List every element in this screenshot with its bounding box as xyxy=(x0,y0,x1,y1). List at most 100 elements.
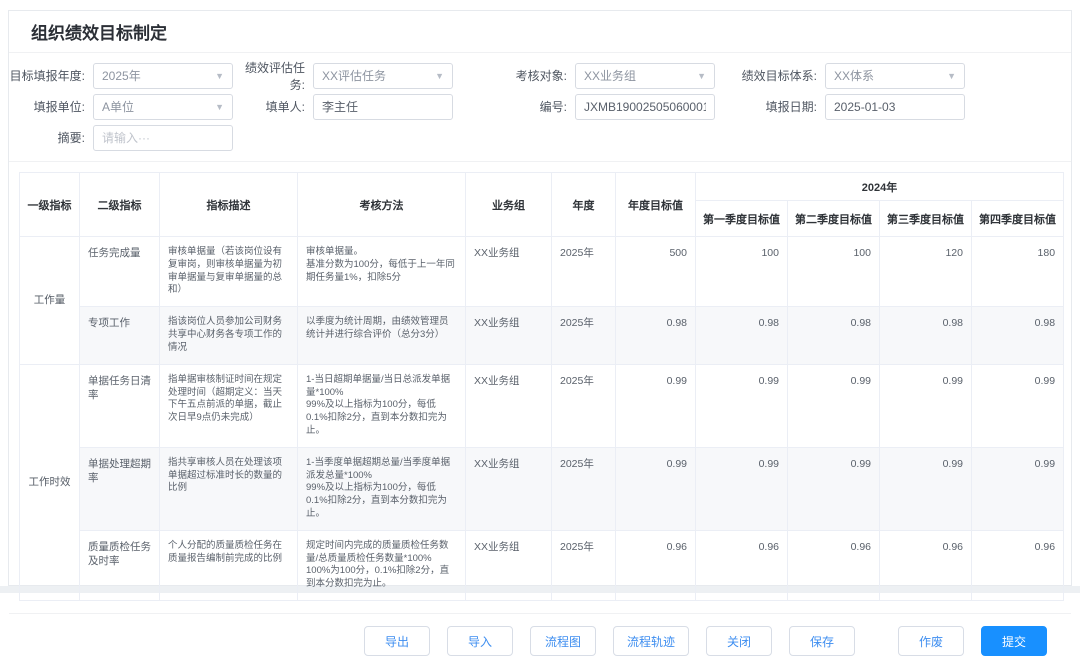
indicator-table: 一级指标 二级指标 指标描述 考核方法 业务组 年度 年度目标值 2024年 第… xyxy=(19,172,1064,601)
assess-object-select[interactable]: XX业务组 ▼ xyxy=(575,63,715,89)
submit-button[interactable]: 提交 xyxy=(981,626,1047,656)
report-unit-label: 填报单位: xyxy=(9,98,93,115)
flowchart-button[interactable]: 流程图 xyxy=(530,626,596,656)
summary-input[interactable] xyxy=(93,125,233,151)
cell-q2-target: 0.96 xyxy=(788,530,880,600)
field-number: 编号: xyxy=(453,94,715,120)
cell-level2: 单据处理超期率 xyxy=(80,447,160,530)
cell-group: XX业务组 xyxy=(466,530,552,600)
cell-q4-target: 0.99 xyxy=(972,447,1064,530)
table-row: 工作时效 单据任务日清率 指单据审核制证时间在规定处理时间（超期定义：当天下午五… xyxy=(20,364,1064,447)
cell-q2-target: 0.99 xyxy=(788,364,880,447)
field-summary: 摘要: xyxy=(9,125,233,151)
cell-group: XX业务组 xyxy=(466,447,552,530)
cell-method: 规定时间内完成的质量质检任务数量/总质量质检任务数量*100% 100%为100… xyxy=(298,530,466,600)
target-system-label: 绩效目标体系: xyxy=(715,67,825,84)
cell-level1-timeliness: 工作时效 xyxy=(20,364,80,600)
table-row: 质量质检任务及时率 个人分配的质量质检任务在质量报告编制前完成的比例 规定时间内… xyxy=(20,530,1064,600)
cell-method: 审核单据量。 基准分数为100分，每低于上一年同期任务量1%，扣除5分 xyxy=(298,237,466,307)
eval-task-label: 绩效评估任务: xyxy=(233,59,313,93)
field-assess-object: 考核对象: XX业务组 ▼ xyxy=(453,63,715,89)
cell-q1-target: 100 xyxy=(696,237,788,307)
cell-annual-target: 500 xyxy=(616,237,696,307)
cell-level2: 专项工作 xyxy=(80,307,160,364)
cell-year: 2025年 xyxy=(552,364,616,447)
cell-q3-target: 0.99 xyxy=(880,364,972,447)
cell-q4-target: 0.98 xyxy=(972,307,1064,364)
form-row-1: 目标填报年度: 2025年 ▼ 绩效评估任务: XX评估任务 ▼ 考核对象: X… xyxy=(9,60,1071,91)
field-target-year: 目标填报年度: 2025年 ▼ xyxy=(9,63,233,89)
flow-track-button[interactable]: 流程轨迹 xyxy=(613,626,689,656)
form-row-3: 摘要: xyxy=(9,122,1071,153)
cell-q3-target: 120 xyxy=(880,237,972,307)
cell-annual-target: 0.99 xyxy=(616,447,696,530)
save-button[interactable]: 保存 xyxy=(789,626,855,656)
cell-q2-target: 0.98 xyxy=(788,307,880,364)
target-year-label: 目标填报年度: xyxy=(9,67,93,84)
col-header-q1: 第一季度目标值 xyxy=(696,201,788,237)
cell-annual-target: 0.96 xyxy=(616,530,696,600)
export-button[interactable]: 导出 xyxy=(364,626,430,656)
cell-level2: 单据任务日清率 xyxy=(80,364,160,447)
col-header-annual: 年度目标值 xyxy=(616,173,696,237)
chevron-down-icon: ▼ xyxy=(435,71,444,81)
cell-q3-target: 0.96 xyxy=(880,530,972,600)
field-filler: 填单人: xyxy=(233,94,453,120)
eval-task-select[interactable]: XX评估任务 ▼ xyxy=(313,63,453,89)
report-date-label: 填报日期: xyxy=(715,98,825,115)
cell-q4-target: 0.96 xyxy=(972,530,1064,600)
number-input[interactable] xyxy=(575,94,715,120)
cell-level2: 质量质检任务及时率 xyxy=(80,530,160,600)
col-header-desc: 指标描述 xyxy=(160,173,298,237)
title-bar: 组织绩效目标制定 xyxy=(9,11,1071,53)
void-button[interactable]: 作废 xyxy=(898,626,964,656)
cell-method: 以季度为统计周期，由绩效管理员统计并进行综合评价（总分3分） xyxy=(298,307,466,364)
cell-year: 2025年 xyxy=(552,530,616,600)
page-title: 组织绩效目标制定 xyxy=(31,19,167,44)
cell-method: 1-当日超期单据量/当日总派发单据量*100% 99%及以上指标为100分，每低… xyxy=(298,364,466,447)
report-date-input[interactable] xyxy=(825,94,965,120)
cell-group: XX业务组 xyxy=(466,364,552,447)
number-label: 编号: xyxy=(453,98,575,115)
close-button[interactable]: 关闭 xyxy=(706,626,772,656)
col-header-year: 年度 xyxy=(552,173,616,237)
table-row: 专项工作 指该岗位人员参加公司财务共享中心财务各专项工作的情况 以季度为统计周期… xyxy=(20,307,1064,364)
col-header-level1: 一级指标 xyxy=(20,173,80,237)
cell-q1-target: 0.96 xyxy=(696,530,788,600)
col-header-method: 考核方法 xyxy=(298,173,466,237)
cell-desc: 指单据审核制证时间在规定处理时间（超期定义：当天下午五点前派的单据，截止次日早9… xyxy=(160,364,298,447)
target-system-select[interactable]: XX体系 ▼ xyxy=(825,63,965,89)
cell-year: 2025年 xyxy=(552,237,616,307)
cell-desc: 指共享审核人员在处理该项单据超过标准时长的数量的比例 xyxy=(160,447,298,530)
report-unit-select[interactable]: A单位 ▼ xyxy=(93,94,233,120)
col-header-q2: 第二季度目标值 xyxy=(788,201,880,237)
cell-q1-target: 0.99 xyxy=(696,447,788,530)
cell-q3-target: 0.98 xyxy=(880,307,972,364)
cell-level2: 任务完成量 xyxy=(80,237,160,307)
chevron-down-icon: ▼ xyxy=(215,102,224,112)
table-row: 单据处理超期率 指共享审核人员在处理该项单据超过标准时长的数量的比例 1-当季度… xyxy=(20,447,1064,530)
cell-q2-target: 0.99 xyxy=(788,447,880,530)
chevron-down-icon: ▼ xyxy=(947,71,956,81)
cell-q4-target: 180 xyxy=(972,237,1064,307)
cell-q1-target: 0.99 xyxy=(696,364,788,447)
chevron-down-icon: ▼ xyxy=(697,71,706,81)
col-header-group: 业务组 xyxy=(466,173,552,237)
table-section: 一级指标 二级指标 指标描述 考核方法 业务组 年度 年度目标值 2024年 第… xyxy=(9,162,1071,613)
cell-q4-target: 0.99 xyxy=(972,364,1064,447)
cell-desc: 个人分配的质量质检任务在质量报告编制前完成的比例 xyxy=(160,530,298,600)
table-row: 工作量 任务完成量 审核单据量（若该岗位设有复审岗，则审核单据量为初审单据量与复… xyxy=(20,237,1064,307)
import-button[interactable]: 导入 xyxy=(447,626,513,656)
field-eval-task: 绩效评估任务: XX评估任务 ▼ xyxy=(233,59,453,93)
cell-year: 2025年 xyxy=(552,307,616,364)
form-row-2: 填报单位: A单位 ▼ 填单人: 编号: 填报日期: xyxy=(9,91,1071,122)
field-report-unit: 填报单位: A单位 ▼ xyxy=(9,94,233,120)
col-header-q4: 第四季度目标值 xyxy=(972,201,1064,237)
form-section: 目标填报年度: 2025年 ▼ 绩效评估任务: XX评估任务 ▼ 考核对象: X… xyxy=(9,53,1071,162)
target-year-select[interactable]: 2025年 ▼ xyxy=(93,63,233,89)
filler-input[interactable] xyxy=(313,94,453,120)
main-card: 组织绩效目标制定 目标填报年度: 2025年 ▼ 绩效评估任务: XX评估任务 … xyxy=(8,10,1072,586)
cell-q2-target: 100 xyxy=(788,237,880,307)
col-header-year-group: 2024年 xyxy=(696,173,1064,201)
cell-year: 2025年 xyxy=(552,447,616,530)
